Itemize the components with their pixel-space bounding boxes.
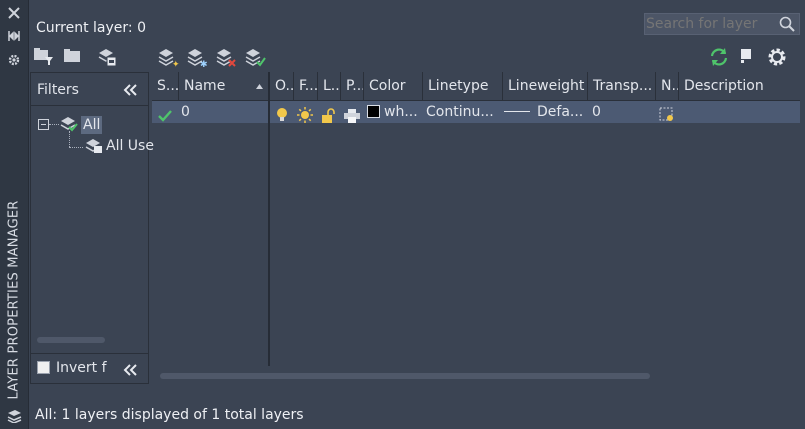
svg-text:✱: ✱ — [200, 60, 208, 68]
invert-filter-label: Invert f — [56, 360, 107, 376]
search-icon[interactable] — [779, 16, 795, 32]
tree-line — [69, 147, 83, 148]
stop-icon[interactable] — [737, 46, 759, 68]
column-new-vp-freeze[interactable]: N... — [656, 72, 679, 100]
search-input[interactable] — [645, 14, 776, 34]
close-icon[interactable] — [6, 6, 22, 22]
layer-linetype[interactable]: Continu... — [426, 101, 494, 123]
column-lineweight[interactable]: Lineweight — [503, 72, 588, 100]
filters-panel: Filters All All Use Invert f — [30, 72, 154, 384]
layer-grid: S... Name O... F... L... P... Color Line… — [152, 72, 800, 384]
grid-scrollbar[interactable] — [160, 373, 650, 379]
column-transparency[interactable]: Transp... — [588, 72, 656, 100]
layer-name[interactable]: 0 — [181, 101, 190, 123]
all-filter-icon — [60, 117, 78, 132]
lineweight-sample — [504, 111, 530, 112]
tree-line — [49, 124, 59, 125]
lightbulb-on-icon[interactable] — [275, 104, 289, 126]
table-row[interactable]: 0 wh... Continu... Defa... 0 — [152, 101, 800, 123]
column-name-label: Name — [184, 78, 226, 94]
new-property-filter-icon[interactable] — [33, 46, 55, 68]
filters-header: Filters — [31, 73, 148, 106]
current-layer-check-icon — [158, 110, 172, 122]
column-status[interactable]: S... — [152, 72, 179, 100]
filters-title: Filters — [37, 82, 79, 98]
current-layer-label: Current layer: 0 — [36, 20, 146, 36]
column-freeze[interactable]: F... — [294, 72, 318, 100]
column-lock[interactable]: L... — [318, 72, 341, 100]
filter-tree: All All Use — [31, 106, 154, 336]
search-box[interactable] — [644, 13, 800, 35]
layer-lineweight[interactable]: Defa... — [537, 101, 583, 123]
autohide-icon[interactable] — [6, 29, 22, 45]
color-swatch[interactable] — [367, 105, 380, 118]
gear-icon[interactable] — [766, 46, 788, 68]
filters-scrollbar[interactable] — [37, 337, 105, 343]
new-vp-freeze-icon[interactable] — [659, 104, 675, 126]
column-color[interactable]: Color — [364, 72, 423, 100]
column-description[interactable]: Description — [679, 72, 800, 100]
palette-titlebar: LAYER PROPERTIES MANAGER — [0, 0, 29, 429]
invert-filter-checkbox[interactable] — [37, 361, 50, 374]
refresh-icon[interactable] — [708, 46, 730, 68]
palette-title: LAYER PROPERTIES MANAGER — [6, 200, 22, 400]
layer-states-icon[interactable] — [97, 46, 119, 68]
delete-layer-icon[interactable] — [215, 46, 237, 68]
settings-icon[interactable] — [6, 53, 22, 69]
layer-stack-icon — [6, 409, 22, 425]
status-bar: All: 1 layers displayed of 1 total layer… — [35, 407, 304, 423]
new-group-filter-icon[interactable] — [62, 46, 84, 68]
grid-header: S... Name O... F... L... P... Color Line… — [152, 72, 800, 101]
column-linetype[interactable]: Linetype — [423, 72, 503, 100]
tree-line — [69, 131, 70, 147]
layer-transparency[interactable]: 0 — [592, 101, 601, 123]
column-plot[interactable]: P... — [341, 72, 364, 100]
invert-filter-row: Invert f — [31, 353, 148, 384]
all-used-filter-icon — [85, 139, 102, 153]
printer-icon[interactable] — [344, 105, 360, 127]
set-current-icon[interactable] — [244, 46, 266, 68]
new-layer-icon[interactable]: ✦ — [157, 46, 180, 70]
new-layer-vp-frozen-icon[interactable]: ✱ — [186, 46, 208, 70]
collapse-filters-icon[interactable] — [122, 83, 138, 97]
tree-item-all-used[interactable]: All Use — [106, 138, 154, 154]
tree-item-all[interactable]: All — [81, 116, 103, 134]
sun-thawed-icon[interactable] — [297, 104, 313, 126]
tree-collapse-icon[interactable] — [38, 119, 50, 131]
column-on[interactable]: O... — [270, 72, 294, 100]
unlocked-icon[interactable] — [321, 105, 335, 127]
collapse-filters-icon[interactable] — [122, 363, 138, 377]
layer-color[interactable]: wh... — [384, 101, 418, 123]
sort-asc-icon — [256, 84, 263, 89]
column-name[interactable]: Name — [179, 72, 270, 100]
svg-text:✦: ✦ — [172, 60, 179, 68]
frozen-column-divider — [268, 72, 270, 366]
